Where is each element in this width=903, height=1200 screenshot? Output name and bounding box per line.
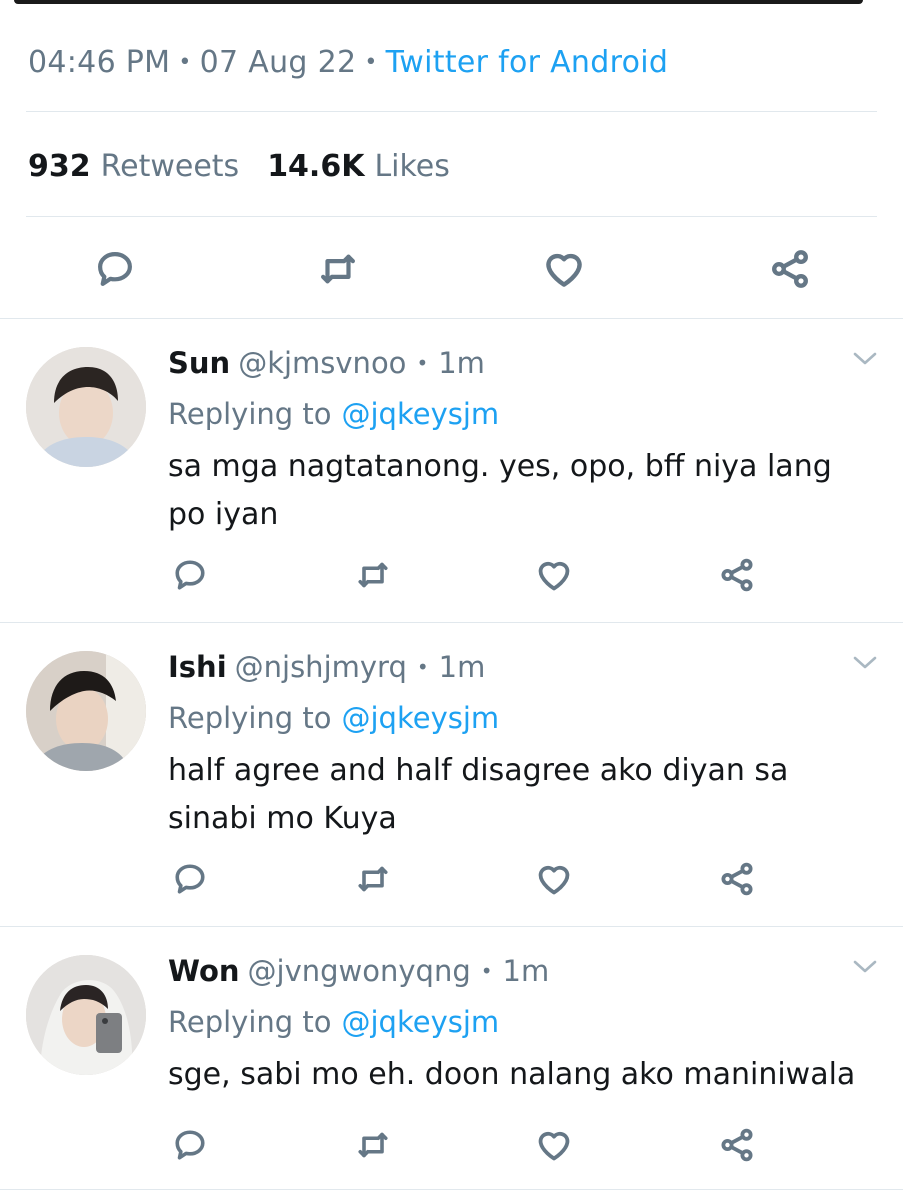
heart-icon (546, 253, 582, 287)
reply-header: Won @jvngwonyqng • 1m (168, 949, 549, 993)
likes-label[interactable]: Likes (374, 149, 449, 184)
share-icon (772, 250, 808, 288)
like-button[interactable] (534, 555, 574, 595)
author-handle[interactable]: @jvngwonyqng (248, 954, 471, 988)
reply-time: 1m (502, 954, 550, 988)
replying-label: Replying to (168, 1005, 332, 1039)
tweet-time: 04:46 PM (28, 44, 171, 80)
retweet-icon (358, 562, 388, 588)
replying-label: Replying to (168, 701, 332, 735)
previous-media-edge (14, 0, 863, 4)
tweet-source-link[interactable]: Twitter for Android (386, 45, 669, 80)
author-name[interactable]: Ishi (168, 650, 227, 684)
reply-tweet[interactable]: Sun @kjmsvnoo • 1m Replying to @jqkeysjm… (0, 318, 903, 623)
retweet-icon (358, 866, 388, 892)
avatar[interactable] (26, 347, 146, 467)
divider (26, 216, 877, 217)
reply-icon (98, 252, 132, 286)
reply-action-bar (0, 1121, 903, 1169)
tweet-stats: 932 Retweets 14.6K Likes (28, 145, 478, 187)
meta-separator: • (416, 655, 429, 679)
likes-count[interactable]: 14.6K (267, 149, 364, 184)
retweet-button[interactable] (353, 555, 393, 595)
reply-icon (175, 864, 205, 894)
more-options-button[interactable] (851, 349, 879, 373)
reply-text: sge, sabi mo eh. doon nalang ako maniniw… (168, 1057, 856, 1092)
share-button[interactable] (717, 859, 757, 899)
replying-label: Replying to (168, 397, 332, 431)
reply-button[interactable] (170, 859, 210, 899)
chevron-down-icon (853, 656, 877, 669)
tweet-date: 07 Aug 22 (199, 44, 357, 80)
reply-header: Ishi @njshjmyrq • 1m (168, 645, 485, 689)
share-icon (721, 558, 753, 592)
mention-link[interactable]: @jqkeysjm (342, 701, 500, 735)
like-button[interactable] (534, 1125, 574, 1165)
tweet-action-bar (0, 236, 903, 300)
meta-separator: • (480, 959, 493, 983)
avatar-image (26, 955, 146, 1075)
retweet-button[interactable] (313, 244, 363, 294)
meta-separator: • (416, 351, 429, 375)
retweets-label[interactable]: Retweets (101, 149, 240, 184)
heart-icon (538, 1131, 570, 1161)
reply-tweet[interactable]: Won @jvngwonyqng • 1m Replying to @jqkey… (0, 926, 903, 1190)
replying-to: Replying to @jqkeysjm (168, 697, 499, 739)
retweet-button[interactable] (353, 859, 393, 899)
replying-to: Replying to @jqkeysjm (168, 1001, 499, 1043)
retweet-button[interactable] (353, 1125, 393, 1165)
heart-icon (538, 561, 570, 591)
chevron-down-icon (853, 352, 877, 365)
reply-icon (175, 1130, 205, 1160)
share-button[interactable] (717, 555, 757, 595)
chevron-down-icon (853, 960, 877, 973)
meta-separator: • (364, 49, 378, 75)
share-icon (721, 1128, 753, 1162)
meta-separator: • (178, 49, 192, 75)
retweet-icon (321, 254, 355, 284)
share-button[interactable] (765, 244, 815, 294)
avatar-image (26, 347, 146, 467)
avatar[interactable] (26, 955, 146, 1075)
like-button[interactable] (539, 244, 589, 294)
mention-link[interactable]: @jqkeysjm (342, 1005, 500, 1039)
reply-action-bar (0, 551, 903, 599)
share-button[interactable] (717, 1125, 757, 1165)
reply-action-bar (0, 855, 903, 903)
more-options-button[interactable] (851, 957, 879, 981)
reply-icon (175, 560, 205, 590)
share-icon (721, 862, 753, 896)
divider (26, 111, 877, 112)
reply-button[interactable] (170, 555, 210, 595)
author-name[interactable]: Won (168, 954, 240, 988)
replying-to: Replying to @jqkeysjm (168, 393, 499, 435)
retweets-count[interactable]: 932 (28, 149, 91, 184)
reply-header: Sun @kjmsvnoo • 1m (168, 341, 485, 385)
reply-text: sa mga nagtatanong. yes, opo, bff niya l… (168, 449, 832, 532)
reply-time: 1m (438, 650, 486, 684)
reply-tweet[interactable]: Ishi @njshjmyrq • 1m Replying to @jqkeys… (0, 622, 903, 927)
avatar-image (26, 651, 146, 771)
like-button[interactable] (534, 859, 574, 899)
reply-button[interactable] (90, 244, 140, 294)
reply-button[interactable] (170, 1125, 210, 1165)
heart-icon (538, 865, 570, 895)
author-name[interactable]: Sun (168, 346, 230, 380)
reply-time: 1m (438, 346, 485, 380)
avatar[interactable] (26, 651, 146, 771)
tweet-meta: 04:46 PM • 07 Aug 22 • Twitter for Andro… (28, 40, 668, 84)
retweet-icon (358, 1132, 388, 1158)
reply-text: half agree and half disagree ako diyan s… (168, 753, 789, 836)
author-handle[interactable]: @njshjmyrq (235, 650, 407, 684)
author-handle[interactable]: @kjmsvnoo (238, 346, 406, 380)
mention-link[interactable]: @jqkeysjm (342, 397, 500, 431)
more-options-button[interactable] (851, 653, 879, 677)
